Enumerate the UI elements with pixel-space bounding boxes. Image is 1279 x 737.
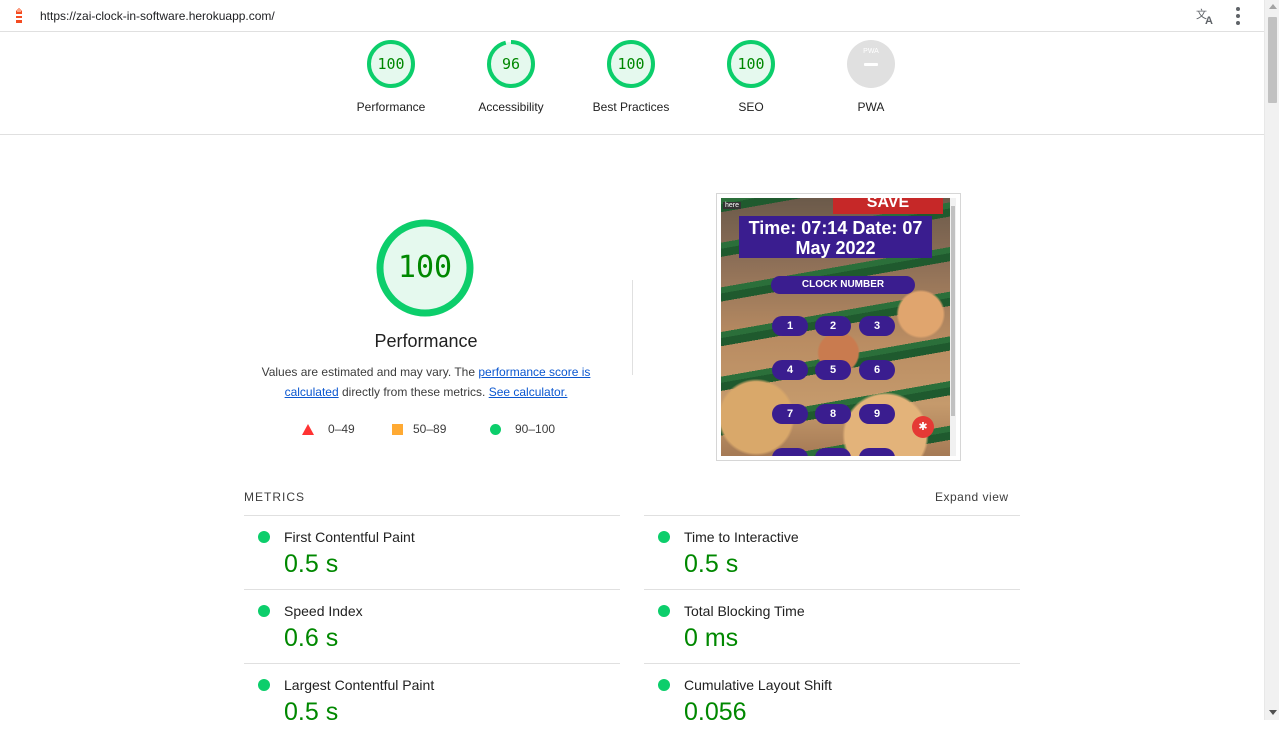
- scroll-down-arrow-icon[interactable]: [1269, 710, 1277, 715]
- here-label: here: [723, 202, 742, 209]
- legend-range: 90–100: [515, 422, 556, 436]
- metrics-heading: METRICS: [244, 490, 305, 504]
- metric-value: 0.5 s: [284, 698, 339, 726]
- circle-icon: [490, 423, 501, 435]
- keypad-key: [772, 448, 808, 456]
- metric-name: First Contentful Paint: [284, 529, 415, 545]
- pwa-badge-text: PWA: [863, 48, 879, 55]
- gauge-label: Best Practices: [592, 100, 670, 114]
- keypad-key: 2: [815, 316, 851, 336]
- translate-icon[interactable]: 文 A: [1194, 5, 1218, 27]
- gauge-performance[interactable]: 100 Performance: [341, 40, 441, 114]
- sale-sign: SAVE: [833, 198, 943, 214]
- metric-value: 0.056: [684, 698, 747, 726]
- metric-name: Largest Contentful Paint: [284, 677, 435, 693]
- browser-address-bar: https://zai-clock-in-software.herokuapp.…: [0, 0, 1264, 32]
- legend-fail: 0–49: [302, 422, 355, 436]
- metric-value: 0 ms: [684, 624, 739, 652]
- gauge-best-practices[interactable]: 100 Best Practices: [581, 40, 681, 114]
- lighthouse-icon: [10, 7, 28, 25]
- expand-view-toggle[interactable]: Expand view: [935, 490, 1009, 504]
- pass-circle-icon: [658, 679, 670, 691]
- keypad-key: 8: [815, 404, 851, 424]
- pass-circle-icon: [258, 605, 270, 617]
- vertical-divider: [632, 280, 633, 375]
- see-calculator-link[interactable]: See calculator.: [489, 385, 568, 399]
- keypad-key: 3: [859, 316, 895, 336]
- gauge-label: SEO: [738, 100, 764, 114]
- performance-title: Performance: [374, 331, 478, 351]
- pass-circle-icon: [258, 679, 270, 691]
- pass-circle-icon: [258, 531, 270, 543]
- gauge-score: 100: [617, 55, 645, 73]
- gauge-score: 100: [737, 55, 765, 73]
- metric-name: Cumulative Layout Shift: [684, 677, 832, 693]
- metric-total-blocking-time[interactable]: Total Blocking Time 0 ms: [644, 589, 1020, 663]
- clock-number-button: CLOCK NUMBER: [771, 276, 915, 294]
- scroll-thumb[interactable]: [1268, 17, 1277, 103]
- performance-main-gauge: 100: [376, 219, 474, 317]
- gauge-label: PWA: [857, 100, 885, 114]
- time-line: Time: 07:14 Date: 07: [748, 218, 923, 238]
- keypad-key: 6: [859, 360, 895, 380]
- pass-circle-icon: [658, 531, 670, 543]
- pass-circle-icon: [658, 605, 670, 617]
- performance-score: 100: [397, 250, 453, 285]
- screenshot-scrollbar: [950, 198, 956, 456]
- gauge-pwa[interactable]: PWA PWA: [821, 40, 921, 114]
- metric-value: 0.5 s: [284, 550, 339, 578]
- final-screenshot[interactable]: SAVE here Time: 07:14 Date: 07 May 2022 …: [716, 193, 961, 461]
- legend-pass: 90–100: [490, 422, 555, 436]
- metric-name: Time to Interactive: [684, 529, 799, 545]
- gauge-label: Performance: [356, 100, 426, 114]
- keypad-key: 9: [859, 404, 895, 424]
- screenshot-image: SAVE here Time: 07:14 Date: 07 May 2022 …: [721, 198, 956, 456]
- score-gauges-header: 100 Performance 96 Accessibility 100 Bes…: [0, 32, 1264, 135]
- gauge-seo[interactable]: 100 SEO: [701, 40, 801, 114]
- keypad-key: [859, 448, 895, 456]
- keypad-key: 1: [772, 316, 808, 336]
- metric-speed-index[interactable]: Speed Index 0.6 s: [244, 589, 620, 663]
- pwa-dash-icon: [864, 63, 878, 66]
- metric-cumulative-layout-shift[interactable]: Cumulative Layout Shift 0.056: [644, 663, 1020, 737]
- page-url[interactable]: https://zai-clock-in-software.herokuapp.…: [40, 9, 275, 23]
- kebab-menu-icon[interactable]: [1228, 5, 1248, 27]
- square-icon: [392, 423, 403, 435]
- desc-prefix: Values are estimated and may vary. The: [261, 365, 479, 379]
- gauge-label: Accessibility: [478, 100, 544, 114]
- metric-value: 0.5 s: [684, 550, 739, 578]
- page-scrollbar[interactable]: [1264, 0, 1279, 720]
- gauge-score: 100: [377, 55, 405, 73]
- metric-name: Total Blocking Time: [684, 603, 805, 619]
- gauge-accessibility[interactable]: 96 Accessibility: [461, 40, 561, 114]
- gear-icon: ✱: [912, 416, 934, 438]
- metric-name: Speed Index: [284, 603, 363, 619]
- keypad-key: 5: [815, 360, 851, 380]
- time-date-banner: Time: 07:14 Date: 07 May 2022: [739, 216, 932, 258]
- legend-average: 50–89: [392, 422, 446, 436]
- gauge-score: 96: [501, 55, 521, 73]
- screenshot-scroll-thumb: [951, 206, 955, 416]
- metric-time-to-interactive[interactable]: Time to Interactive 0.5 s: [644, 515, 1020, 589]
- scroll-up-arrow-icon[interactable]: [1269, 4, 1277, 9]
- keypad-key: 7: [772, 404, 808, 424]
- keypad-key: [815, 448, 851, 456]
- performance-description: Values are estimated and may vary. The p…: [250, 362, 602, 402]
- desc-mid: directly from these metrics.: [338, 385, 489, 399]
- legend-range: 50–89: [413, 422, 447, 436]
- svg-text:A: A: [1205, 15, 1213, 25]
- metric-value: 0.6 s: [284, 624, 339, 652]
- keypad-key: 4: [772, 360, 808, 380]
- metric-largest-contentful-paint[interactable]: Largest Contentful Paint 0.5 s: [244, 663, 620, 737]
- legend-range: 0–49: [328, 422, 355, 436]
- metric-first-contentful-paint[interactable]: First Contentful Paint 0.5 s: [244, 515, 620, 589]
- triangle-icon: [302, 423, 314, 435]
- date-line: May 2022: [795, 238, 876, 258]
